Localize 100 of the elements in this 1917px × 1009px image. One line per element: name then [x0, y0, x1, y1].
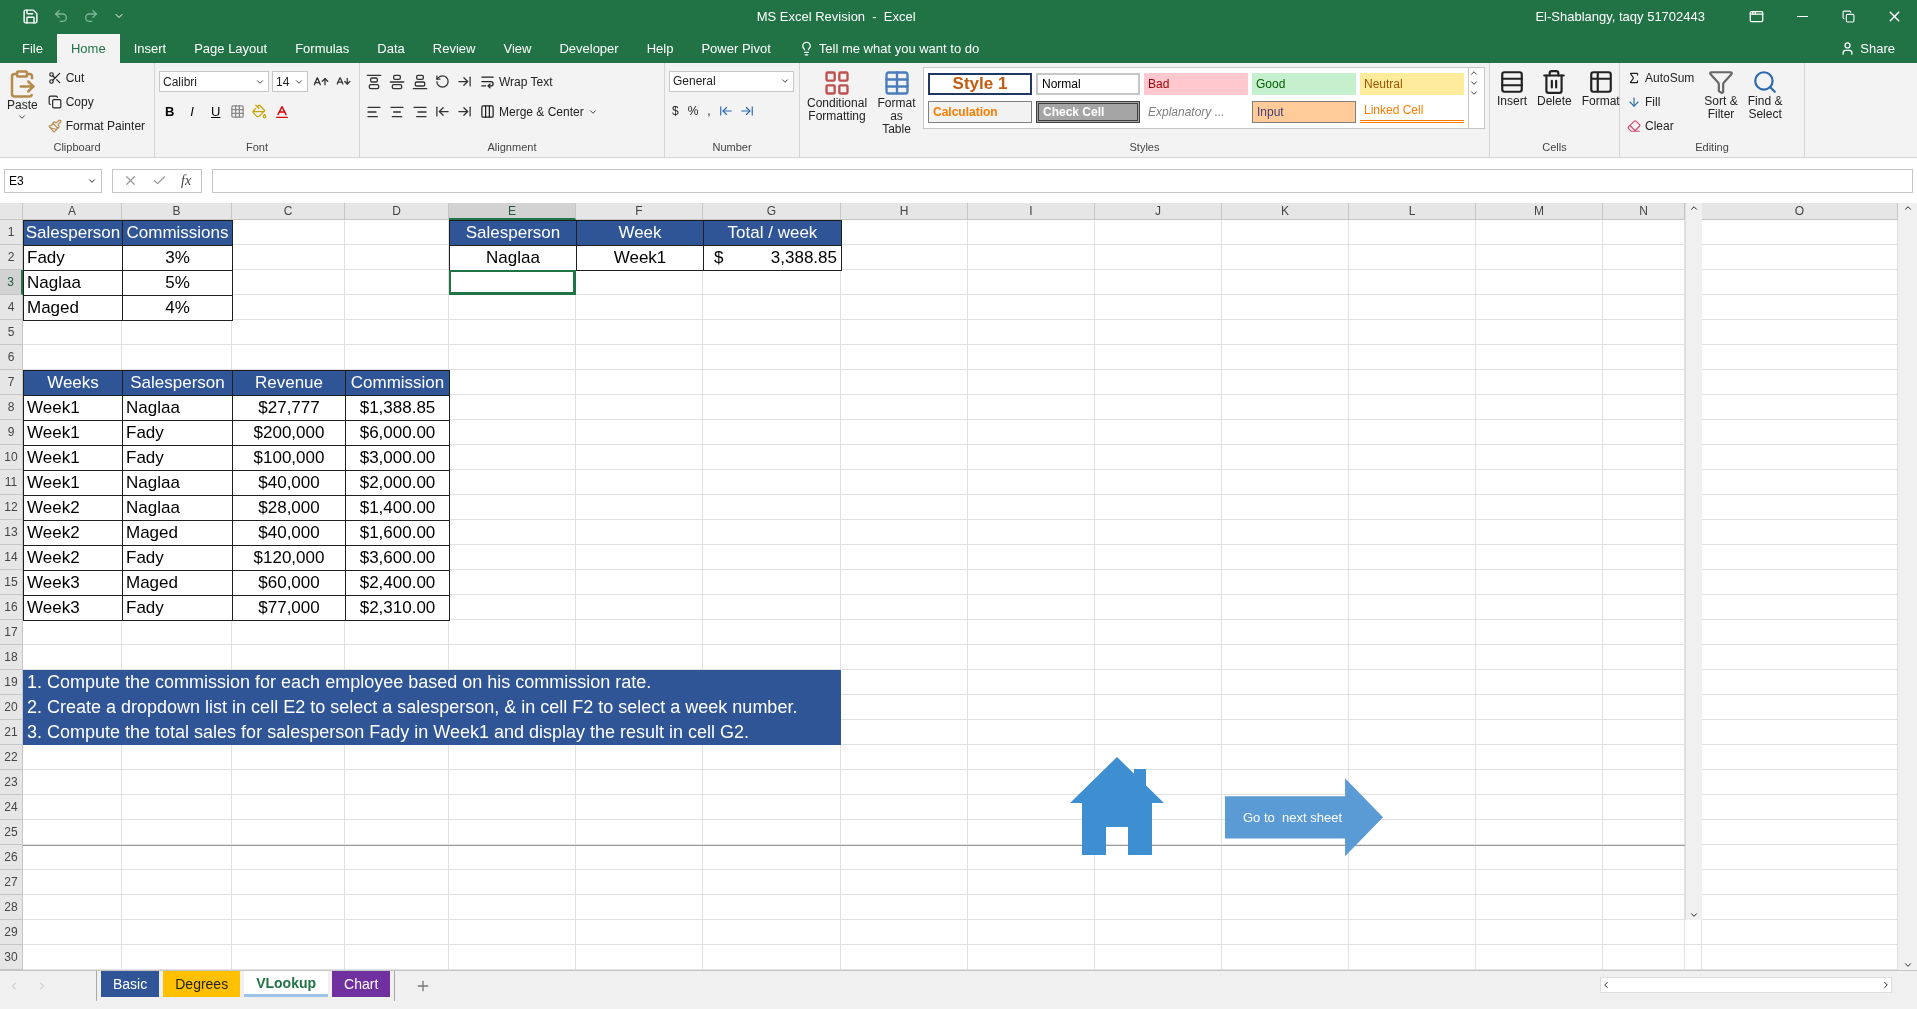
bold-button[interactable]: B [159, 100, 179, 123]
find-select-button[interactable]: Find & Select [1744, 66, 1786, 141]
row-header[interactable]: 6 [0, 345, 23, 371]
row-header[interactable]: 30 [0, 945, 23, 971]
row-header[interactable]: 11 [0, 470, 23, 496]
column-header[interactable]: C [232, 203, 345, 221]
menu-tab[interactable]: Power Pivot [687, 33, 785, 63]
sheet-tab[interactable]: VLookup [244, 971, 329, 998]
comma-button[interactable]: , [704, 99, 714, 122]
column-header[interactable]: J [1095, 203, 1222, 221]
row-header[interactable]: 1 [0, 220, 23, 246]
autosum-button[interactable]: AutoSum [1624, 66, 1698, 89]
underline-button[interactable]: U [205, 100, 225, 123]
column-header[interactable]: K [1222, 203, 1349, 221]
row-header[interactable]: 3 [0, 270, 23, 296]
row-header[interactable]: 7 [0, 370, 23, 396]
row-header[interactable]: 5 [0, 320, 23, 346]
column-header[interactable]: E [449, 203, 576, 221]
row-header[interactable]: 18 [0, 645, 23, 671]
home-icon[interactable] [1068, 755, 1166, 858]
column-header[interactable]: H [841, 203, 968, 221]
paste-button[interactable]: Paste [4, 66, 41, 141]
cell-style[interactable]: Good [1252, 72, 1356, 95]
sheet-tab[interactable]: Chart [332, 971, 391, 998]
row-header[interactable]: 10 [0, 445, 23, 471]
cut-button[interactable]: Cut [44, 66, 149, 89]
format-painter-button[interactable]: Format Painter [44, 114, 149, 137]
merge-center-button[interactable]: Merge & Center [477, 100, 601, 123]
row-header[interactable]: 24 [0, 795, 23, 821]
row-header[interactable]: 28 [0, 895, 23, 921]
menu-tab[interactable]: Developer [545, 33, 633, 63]
cell-style[interactable]: Neutral [1360, 72, 1464, 95]
wrap-text-button[interactable]: Wrap Text [477, 70, 556, 93]
row-header[interactable]: 4 [0, 295, 23, 321]
row-header[interactable]: 26 [0, 845, 23, 871]
menu-tab[interactable]: Insert [119, 33, 181, 63]
number-format-field[interactable]: General [669, 70, 794, 92]
row-header[interactable]: 22 [0, 745, 23, 771]
row-header[interactable]: 9 [0, 420, 23, 446]
scroll-bar[interactable] [1685, 203, 1702, 921]
font-size-field[interactable]: 14 [272, 71, 308, 93]
column-header[interactable]: F [576, 203, 703, 221]
menu-tab[interactable]: Page Layout [180, 33, 282, 63]
column-header[interactable]: A [23, 203, 122, 221]
menu-tab[interactable]: File [8, 33, 57, 63]
sort-filter-button[interactable]: Sort & Filter [1701, 66, 1741, 141]
column-header[interactable]: M [1476, 203, 1603, 221]
column-header[interactable]: I [968, 203, 1095, 221]
share-button[interactable]: Share [1834, 33, 1901, 63]
tell-me-button[interactable]: Tell me what you want to do [792, 33, 986, 63]
column-header[interactable]: D [345, 203, 449, 221]
column-header[interactable]: L [1349, 203, 1476, 221]
cell-style[interactable]: Input [1252, 100, 1356, 123]
save-button[interactable] [20, 7, 41, 25]
row-header[interactable]: 8 [0, 395, 23, 421]
menu-tab[interactable]: Home [56, 33, 120, 63]
formula-input[interactable] [212, 168, 1913, 193]
menu-tab[interactable]: Help [632, 33, 688, 63]
conditional-formatting-button[interactable]: Conditional Formatting [804, 66, 871, 141]
active-cell[interactable] [449, 270, 576, 296]
column-header[interactable]: N [1603, 203, 1685, 221]
sheet-tab[interactable]: Basic [101, 971, 160, 998]
insert-function-button[interactable]: fx [181, 172, 192, 189]
row-header[interactable]: 20 [0, 695, 23, 721]
clear-button[interactable]: Clear [1624, 114, 1698, 137]
row-header[interactable]: 2 [0, 245, 23, 271]
scroll-bar[interactable] [1600, 977, 1892, 994]
insert-cells-button[interactable]: Insert [1494, 66, 1530, 141]
column-header[interactable]: O [1702, 203, 1898, 221]
row-header[interactable]: 27 [0, 870, 23, 896]
row-header[interactable]: 25 [0, 820, 23, 846]
row-header[interactable]: 15 [0, 570, 23, 596]
format-as-table-button[interactable]: Format as Table [874, 66, 919, 141]
cell-style[interactable]: Normal [1036, 72, 1140, 95]
row-header[interactable]: 12 [0, 495, 23, 521]
scroll-bar[interactable] [1898, 203, 1917, 971]
percent-button[interactable]: % [684, 99, 702, 122]
currency-button[interactable]: $ [669, 99, 682, 122]
column-header[interactable]: G [703, 203, 841, 221]
fill-button[interactable]: Fill [1624, 90, 1698, 113]
copy-button[interactable]: Copy [44, 90, 149, 113]
format-cells-button[interactable]: Format [1578, 66, 1623, 141]
row-header[interactable]: 29 [0, 920, 23, 946]
menu-tab[interactable]: View [489, 33, 546, 63]
cell-style[interactable]: Style 1 [928, 72, 1032, 95]
row-header[interactable]: 16 [0, 595, 23, 621]
row-header[interactable]: 13 [0, 520, 23, 546]
column-header[interactable]: B [122, 203, 232, 221]
font-name-field[interactable]: Calibri [159, 71, 269, 93]
row-header[interactable]: 23 [0, 770, 23, 796]
italic-button[interactable]: I [182, 100, 202, 123]
sheet-tab[interactable]: Degrees [163, 971, 241, 998]
row-header[interactable]: 17 [0, 620, 23, 646]
row-header[interactable]: 19 [0, 670, 23, 696]
cell-style[interactable]: Bad [1144, 72, 1248, 95]
delete-cells-button[interactable]: Delete [1534, 66, 1575, 141]
row-header[interactable]: 21 [0, 720, 23, 746]
menu-tab[interactable]: Formulas [281, 33, 364, 63]
menu-tab[interactable]: Data [363, 33, 419, 63]
row-header[interactable]: 14 [0, 545, 23, 571]
